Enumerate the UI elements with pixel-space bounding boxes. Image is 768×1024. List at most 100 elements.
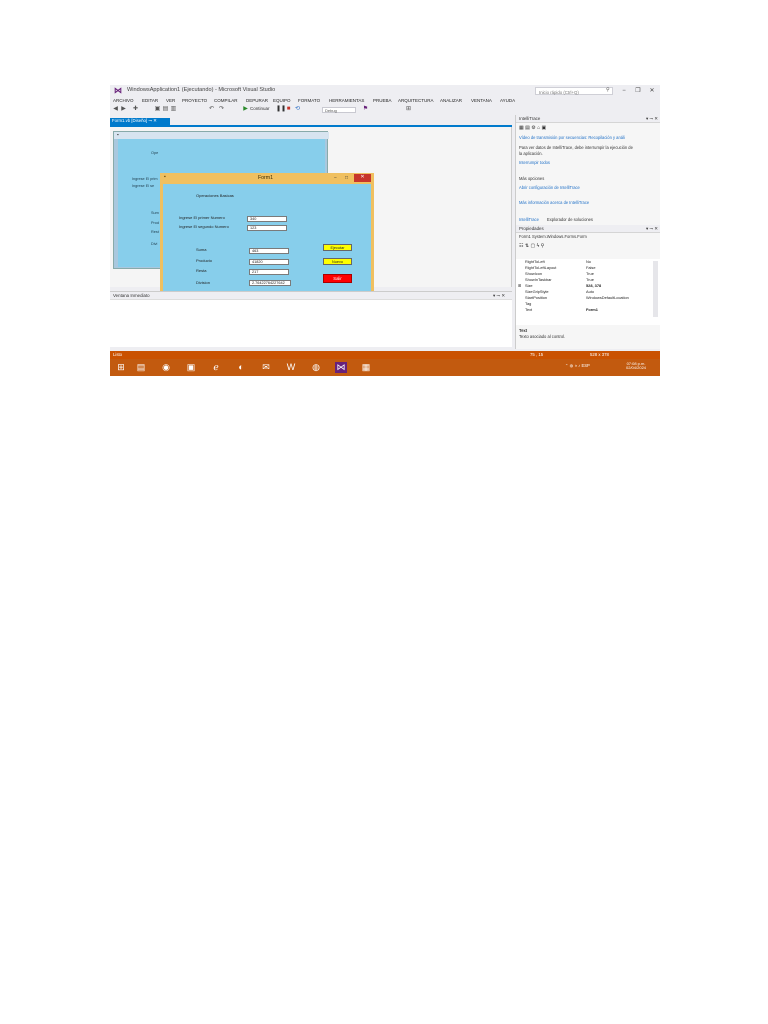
- menu-formato[interactable]: FORMATO: [298, 98, 320, 104]
- language-indicator[interactable]: ESP: [581, 363, 589, 368]
- tab-intellitrace[interactable]: IntelliTrace: [519, 217, 539, 222]
- restore-icon[interactable]: ❐: [632, 86, 644, 96]
- search-icon[interactable]: ⚲: [606, 88, 610, 93]
- stop-icon[interactable]: ■: [285, 106, 292, 113]
- menu-ver[interactable]: VER: [166, 98, 175, 104]
- intellitrace-pin-icon[interactable]: ▾ ⊸ ✕: [646, 116, 658, 121]
- menu-ayuda[interactable]: AYUDA: [500, 98, 515, 104]
- expand-icon[interactable]: ⊞: [518, 284, 521, 288]
- menu-prueba[interactable]: PRUEBA: [373, 98, 392, 104]
- menu-ventana[interactable]: VENTANA: [471, 98, 492, 104]
- sub-label: Resta: [196, 268, 207, 273]
- menu-equipo[interactable]: EQUIPO: [273, 98, 291, 104]
- file-explorer-icon[interactable]: ▤: [135, 362, 147, 373]
- design-label-sub: Rest: [151, 230, 159, 234]
- first-number-input[interactable]: 340: [247, 216, 287, 222]
- save-icon[interactable]: ▣: [154, 106, 161, 113]
- status-position: 75 , 15: [530, 352, 544, 357]
- form-icon: ▪: [117, 132, 119, 137]
- property-desc-body: Texto asociado al control.: [519, 334, 566, 339]
- system-tray[interactable]: ⌃ ◍ ◑ ♪ ESP: [565, 363, 590, 368]
- back-icon[interactable]: ◀: [112, 106, 119, 113]
- open-icon[interactable]: ▥: [170, 106, 177, 113]
- vs-screenshot: ⋈ WindowsApplication1 (Ejecutando) - Mic…: [110, 85, 660, 376]
- run-button[interactable]: Ejecutar: [323, 244, 352, 251]
- firefox-icon[interactable]: ◍: [310, 362, 322, 373]
- properties-object-select[interactable]: Form1 System.Windows.Forms.Form: [519, 234, 587, 239]
- undo-icon[interactable]: ↶: [208, 106, 215, 113]
- chrome-icon[interactable]: ◉: [160, 362, 172, 373]
- form1-minimize-icon[interactable]: −: [330, 175, 341, 182]
- restart-icon[interactable]: ⟲: [294, 106, 301, 113]
- redo-icon[interactable]: ↷: [218, 106, 225, 113]
- menu-compilar[interactable]: COMPILAR: [214, 98, 238, 104]
- start-icon[interactable]: ⊞: [115, 362, 127, 373]
- open-settings-link[interactable]: Abrir configuración de IntelliTrace: [519, 185, 580, 190]
- properties-toolbar-icon[interactable]: ☷ ⇅ ▢ ϟ ⚲: [519, 244, 544, 249]
- edge-icon[interactable]: ◐: [235, 362, 247, 373]
- close-icon[interactable]: ✕: [646, 86, 658, 96]
- property-row[interactable]: Text Form1: [518, 307, 656, 313]
- app-icon[interactable]: ▣: [185, 362, 197, 373]
- ie-icon[interactable]: ℯ: [210, 362, 222, 373]
- tab-solution-explorer[interactable]: Explorador de soluciones: [547, 217, 593, 222]
- save-all-icon[interactable]: ▤: [162, 106, 169, 113]
- pin-icon[interactable]: ⊸: [148, 118, 152, 123]
- second-number-input[interactable]: 123: [247, 225, 287, 231]
- immediate-window-body[interactable]: [110, 299, 512, 347]
- div-output[interactable]: 2.76422764227642: [249, 280, 291, 286]
- minimize-icon[interactable]: −: [618, 86, 630, 96]
- exit-button[interactable]: Salir: [323, 274, 352, 283]
- design-label-sum: Sum: [151, 211, 159, 215]
- extensions-icon[interactable]: ⊞: [405, 106, 412, 113]
- word-icon[interactable]: W: [285, 362, 297, 373]
- sum-output[interactable]: 463: [249, 248, 289, 254]
- design-label-heading: Ope: [151, 151, 159, 155]
- forward-icon[interactable]: ▶: [120, 106, 127, 113]
- solution-config-select[interactable]: Debug: [322, 106, 356, 113]
- more-info-link[interactable]: Más información acerca de IntelliTrace: [519, 200, 589, 205]
- menu-proyecto[interactable]: PROYECTO: [182, 98, 207, 104]
- menu-depurar[interactable]: DEPURAR: [246, 98, 268, 104]
- designer-surface: ▪ Ope Ingrese El prim Ingrese El se Sum …: [110, 127, 512, 321]
- pause-icon[interactable]: ❚❚: [276, 106, 286, 113]
- form1-close-icon[interactable]: ✕: [354, 174, 371, 182]
- menu-editar[interactable]: EDITAR: [142, 98, 158, 104]
- video-link[interactable]: Vídeo de transmisión por secuencias: Rec…: [519, 135, 625, 140]
- product-output[interactable]: 41820: [249, 259, 289, 265]
- menu-archivo[interactable]: ARCHIVO: [113, 98, 134, 104]
- design-label-div: Divi: [151, 242, 158, 246]
- intellitrace-toolbar-icon[interactable]: ▦ ▤ ⚙ ⌂ ▣: [519, 126, 546, 131]
- intellitrace-info: Para ver datos de IntelliTrace, debe int…: [519, 145, 633, 150]
- menu-analizar[interactable]: ANALIZAR: [440, 98, 462, 104]
- status-size: 528 x 378: [590, 352, 609, 357]
- panel-pin-icon[interactable]: ▾ ⊸ ✕: [493, 293, 505, 298]
- quick-launch-input[interactable]: Inicio rápido (Ctrl+Q): [535, 87, 613, 95]
- tab-form1-design[interactable]: Form1.vb [Diseño] ⊸ ✕: [110, 118, 170, 125]
- new-project-icon[interactable]: ✚: [132, 106, 139, 113]
- outlook-icon[interactable]: ✉: [260, 362, 272, 373]
- continue-button[interactable]: Continuar: [250, 106, 270, 112]
- tab-label: Form1.vb [Diseño]: [112, 118, 148, 123]
- quick-launch-placeholder: Inicio rápido (Ctrl+Q): [539, 89, 579, 95]
- form1-maximize-icon[interactable]: □: [341, 175, 352, 182]
- properties-header: Propiedades ▾ ⊸ ✕: [516, 225, 660, 233]
- product-label: Producto: [196, 258, 213, 263]
- menu-herramientas[interactable]: HERRAMIENTAS: [329, 98, 364, 104]
- heading-label: Operaciones Basicas: [196, 193, 234, 198]
- properties-pin-icon[interactable]: ▾ ⊸ ✕: [646, 226, 658, 231]
- first-number-label: Ingrese El primer Numero: [179, 215, 225, 220]
- form-app-icon[interactable]: ▦: [360, 362, 372, 373]
- sub-output[interactable]: 217: [249, 269, 289, 275]
- visual-studio-icon[interactable]: ⋈: [335, 362, 347, 373]
- div-label: Division: [196, 280, 211, 285]
- properties-scrollbar[interactable]: [653, 261, 658, 317]
- new-button[interactable]: Nuevo: [323, 258, 352, 265]
- visual-studio-logo-icon: ⋈: [114, 86, 122, 95]
- find-icon[interactable]: ⚑: [362, 106, 369, 113]
- clock[interactable]: 07:08 p.m. 02/04/2024: [626, 362, 646, 370]
- tab-close-icon[interactable]: ✕: [153, 118, 157, 123]
- continue-icon[interactable]: ▶: [242, 106, 249, 113]
- menu-arquitectura[interactable]: ARQUITECTURA: [398, 98, 434, 104]
- break-all-link[interactable]: Interrumpir todos: [519, 160, 550, 165]
